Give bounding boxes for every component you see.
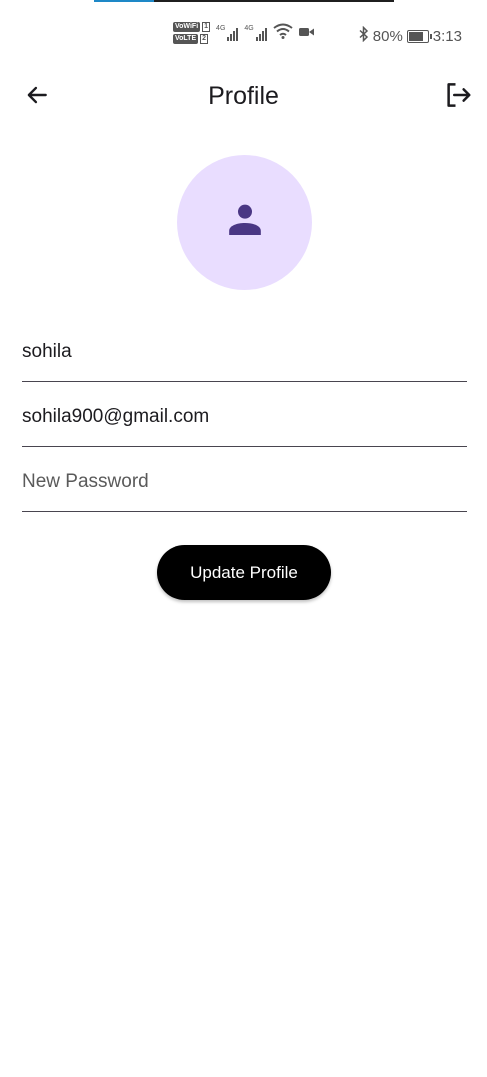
password-field <box>22 452 467 512</box>
logout-icon <box>443 80 473 115</box>
wifi-icon <box>273 23 293 43</box>
battery-icon <box>406 29 432 43</box>
signal-strength-icon: 4G <box>244 25 267 41</box>
page-title: Profile <box>208 82 279 110</box>
status-right-icons: 80% 3:13 <box>359 25 462 46</box>
network-type-label: 4G <box>216 25 226 32</box>
email-input[interactable] <box>22 406 467 428</box>
sim-chips: VoWiFi 1 VoLTE 2 <box>173 22 211 44</box>
name-input[interactable] <box>22 341 467 363</box>
status-left-icons: VoWiFi 1 VoLTE 2 4G 4G <box>173 22 315 44</box>
sim1-number: 1 <box>202 22 211 32</box>
network-type-label: 4G <box>244 25 254 32</box>
top-progress-fill <box>94 0 154 2</box>
person-icon <box>225 200 265 245</box>
top-progress-line <box>94 0 394 2</box>
vowifi-chip: VoWiFi 1 <box>173 22 211 32</box>
vowifi-label: VoWiFi <box>173 22 201 32</box>
volte-chip: VoLTE 2 <box>173 34 210 44</box>
email-field <box>22 387 467 447</box>
profile-screen: VoWiFi 1 VoLTE 2 4G 4G 80% 3:13 Profile … <box>0 0 487 1077</box>
avatar[interactable] <box>177 155 312 290</box>
bluetooth-icon <box>359 25 369 46</box>
app-bar: Profile <box>0 70 487 122</box>
update-profile-button[interactable]: Update Profile <box>157 545 331 600</box>
battery-level <box>408 31 423 41</box>
name-field <box>22 322 467 382</box>
video-call-icon <box>298 25 315 42</box>
signal-strength-icon: 4G <box>216 25 239 41</box>
sim2-number: 2 <box>200 34 209 44</box>
status-bar: VoWiFi 1 VoLTE 2 4G 4G 80% 3:13 <box>0 20 487 54</box>
clock-time: 3:13 <box>432 27 462 45</box>
volte-label: VoLTE <box>173 34 199 44</box>
battery-percent: 80% <box>372 27 403 45</box>
new-password-input[interactable] <box>22 471 467 493</box>
logout-button[interactable] <box>441 80 475 114</box>
